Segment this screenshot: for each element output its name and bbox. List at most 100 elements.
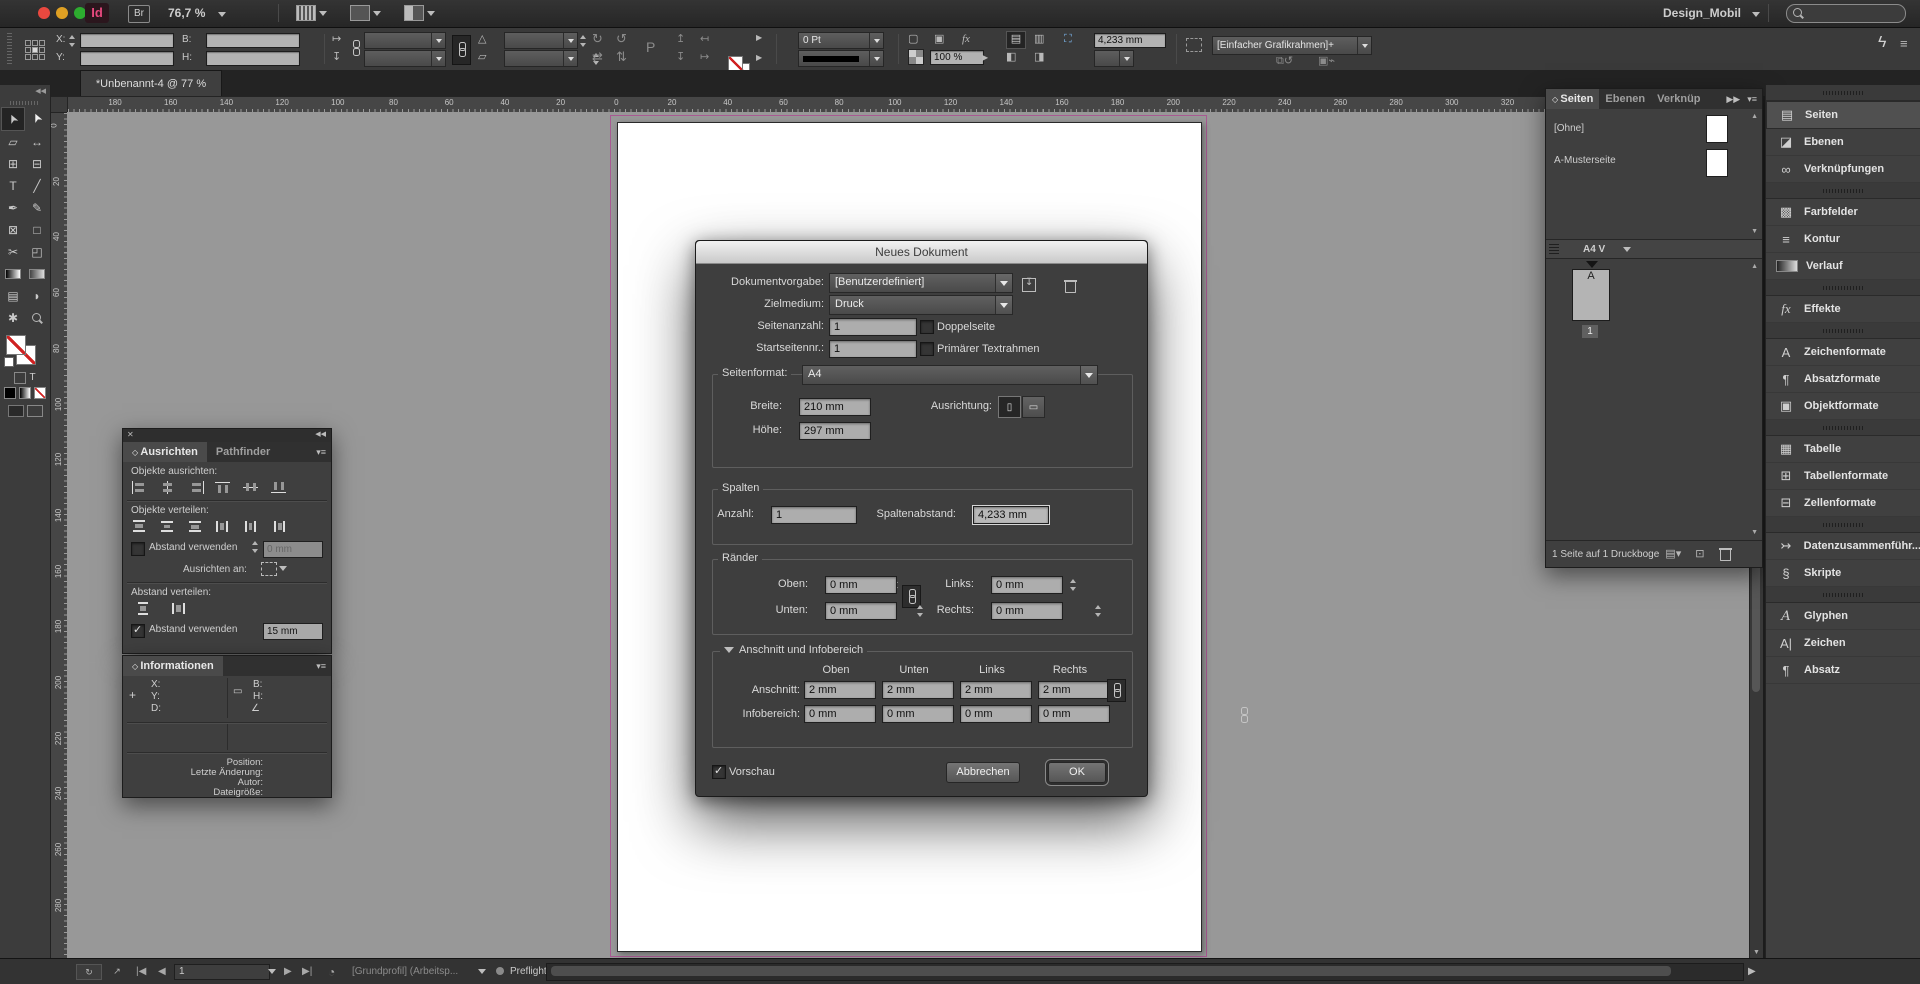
slug-top-field[interactable] [804, 705, 876, 723]
dock-item-datenzusammenfuehrung[interactable]: ↣Datenzusammenführ... [1766, 533, 1920, 560]
quick-apply-lightning-icon[interactable]: ϟ [1878, 36, 1886, 50]
use-spacing2-checkbox[interactable] [131, 624, 145, 638]
cancel-button[interactable]: Abbrechen [946, 762, 1020, 783]
flip-vertical-icon[interactable]: ↧ [332, 50, 341, 64]
ok-button[interactable]: OK [1048, 762, 1106, 783]
gradient-feather-tool[interactable] [25, 263, 49, 285]
stroke-weight-dropdown[interactable]: 0 Pt [798, 32, 884, 49]
margin-bottom-field[interactable] [825, 602, 897, 620]
space-v-icon[interactable] [135, 602, 153, 615]
frame-fitting-icon[interactable]: ⛶ [1064, 32, 1072, 46]
margin-right-field[interactable] [991, 602, 1063, 620]
flip-h-button-icon[interactable]: ⇄ [592, 50, 603, 64]
fill-stroke-controls[interactable] [0, 333, 50, 369]
clear-overrides-icon[interactable]: ⧉↺ [1276, 54, 1293, 68]
dock-drag-handle[interactable] [1766, 85, 1920, 101]
edit-page-size-icon[interactable]: ▤▾ [1665, 547, 1681, 561]
delete-page-icon[interactable] [1720, 548, 1731, 560]
collapse-panel-icon[interactable]: ◀◀ [315, 430, 326, 438]
preset-dropdown[interactable]: [Benutzerdefiniert] [829, 273, 1013, 293]
frame-tool[interactable]: ⊠ [1, 219, 25, 241]
text-wrap-jump-icon[interactable]: ◨ [1034, 50, 1044, 64]
dist-center-v-icon[interactable] [159, 520, 177, 533]
text-wrap-bounding-icon[interactable]: ▥ [1034, 32, 1044, 46]
clock-icon[interactable]: ◔ [328, 965, 335, 979]
rotate-cw-icon[interactable]: ↻ [592, 32, 603, 46]
align-center-h-icon[interactable] [159, 481, 177, 494]
dist-bottom-icon[interactable] [187, 520, 205, 533]
dock-item-objektformate[interactable]: ▣Objektformate [1766, 393, 1920, 420]
dock-item-glyphen[interactable]: AGlyphen [1766, 603, 1920, 630]
use-spacing2-field[interactable] [263, 623, 323, 640]
collapse-panel-icon[interactable]: ◀◀ [0, 85, 50, 99]
tab-seiten[interactable]: Seiten [1546, 89, 1599, 109]
view-options-dropdown[interactable] [296, 5, 327, 21]
tab-informationen[interactable]: Informationen [123, 656, 223, 676]
shear-dropdown[interactable] [504, 50, 578, 67]
gap-tool[interactable]: ↔ [25, 131, 49, 153]
horizontal-scroll-thumb[interactable] [551, 966, 1671, 976]
tab-ausrichten[interactable]: Ausrichten [123, 442, 207, 462]
share-button[interactable]: ↗ [108, 964, 126, 978]
save-preset-icon[interactable] [1022, 278, 1036, 292]
width-field[interactable] [206, 33, 300, 48]
stroke-style-dropdown[interactable] [798, 50, 884, 67]
dock-item-tabellenformate[interactable]: ⊞Tabellenformate [1766, 463, 1920, 490]
master-a-label[interactable]: A-Musterseite [1554, 155, 1616, 166]
next-page-icon[interactable]: ▶ [284, 966, 292, 977]
dock-item-verknuepfungen[interactable]: ∞Verknüpfungen [1766, 156, 1920, 183]
panel-menu-icon[interactable]: ▾≡ [316, 656, 331, 676]
x-stepper[interactable] [68, 34, 77, 48]
search-input[interactable] [1786, 4, 1906, 23]
margin-left-field[interactable] [991, 576, 1063, 594]
link-scale-button[interactable] [452, 35, 471, 65]
formatting-container-icon[interactable] [14, 372, 26, 384]
column-count-field[interactable] [771, 506, 857, 524]
apply-color-button[interactable] [4, 387, 16, 399]
dock-item-absatzformate[interactable]: ¶Absatzformate [1766, 366, 1920, 393]
slug-bottom-field[interactable] [882, 705, 954, 723]
fill-none-swatch[interactable] [728, 56, 743, 71]
hand-tool[interactable]: ✱ [1, 307, 25, 329]
gradient-tool[interactable] [1, 263, 25, 285]
screen-mode-dropdown[interactable] [350, 5, 381, 21]
scroll-down-icon[interactable]: ▼ [1751, 529, 1758, 536]
page-1-thumbnail[interactable]: A [1572, 269, 1610, 321]
expand-panels-icon[interactable]: ▶▶ [1726, 89, 1743, 109]
horizontal-scrollbar[interactable] [546, 963, 1744, 981]
corner-options-icon[interactable]: ▢ [908, 32, 918, 46]
panel-drag-handle[interactable] [7, 33, 12, 65]
direct-selection-tool[interactable]: ➤ [25, 107, 49, 129]
tab-verknuepfungen[interactable]: Verknüp [1651, 89, 1706, 109]
page-format-dropdown[interactable]: A4 [802, 365, 1098, 385]
dock-item-zellenformate[interactable]: ⊟Zellenformate [1766, 490, 1920, 517]
tab-ebenen[interactable]: Ebenen [1599, 89, 1651, 109]
dock-group-separator[interactable] [1766, 517, 1920, 533]
link-bleed-button[interactable] [1107, 679, 1126, 702]
window-minimize-button[interactable] [56, 7, 68, 19]
x-position-field[interactable] [80, 33, 174, 48]
scroll-down-icon[interactable]: ▼ [1753, 949, 1760, 956]
content-placer-tool[interactable]: ⊟ [25, 153, 49, 175]
dock-group-separator[interactable] [1766, 587, 1920, 603]
first-page-icon[interactable]: |◀ [136, 966, 146, 977]
dock-item-ebenen[interactable]: ◪Ebenen [1766, 129, 1920, 156]
opacity-field[interactable]: 100 % [930, 50, 984, 65]
intent-dropdown[interactable]: Druck [829, 295, 1013, 315]
rotation-stepper[interactable] [579, 34, 588, 48]
workspace-switcher[interactable]: Design_Mobil [1663, 6, 1760, 20]
orientation-portrait-button[interactable]: ▯ [998, 396, 1021, 418]
preview-checkbox[interactable] [712, 765, 726, 779]
gap-value-field[interactable]: 4,233 mm [1094, 33, 1166, 48]
scroll-up-icon[interactable]: ▲ [1751, 113, 1758, 120]
dist-top-icon[interactable] [131, 520, 149, 533]
orientation-landscape-button[interactable]: ▭ [1022, 396, 1045, 418]
effects-fx-icon[interactable]: fx [962, 32, 970, 46]
new-page-icon[interactable]: ⊡ [1695, 547, 1704, 561]
reference-point-proxy[interactable] [24, 39, 43, 58]
window-arrange-dropdown[interactable] [404, 5, 435, 21]
align-left-icon[interactable] [131, 481, 149, 494]
y-position-field[interactable] [80, 51, 174, 66]
zoom-level-dropdown[interactable]: 76,7 % [168, 6, 226, 20]
content-collector-tool[interactable]: ⊞ [1, 153, 25, 175]
